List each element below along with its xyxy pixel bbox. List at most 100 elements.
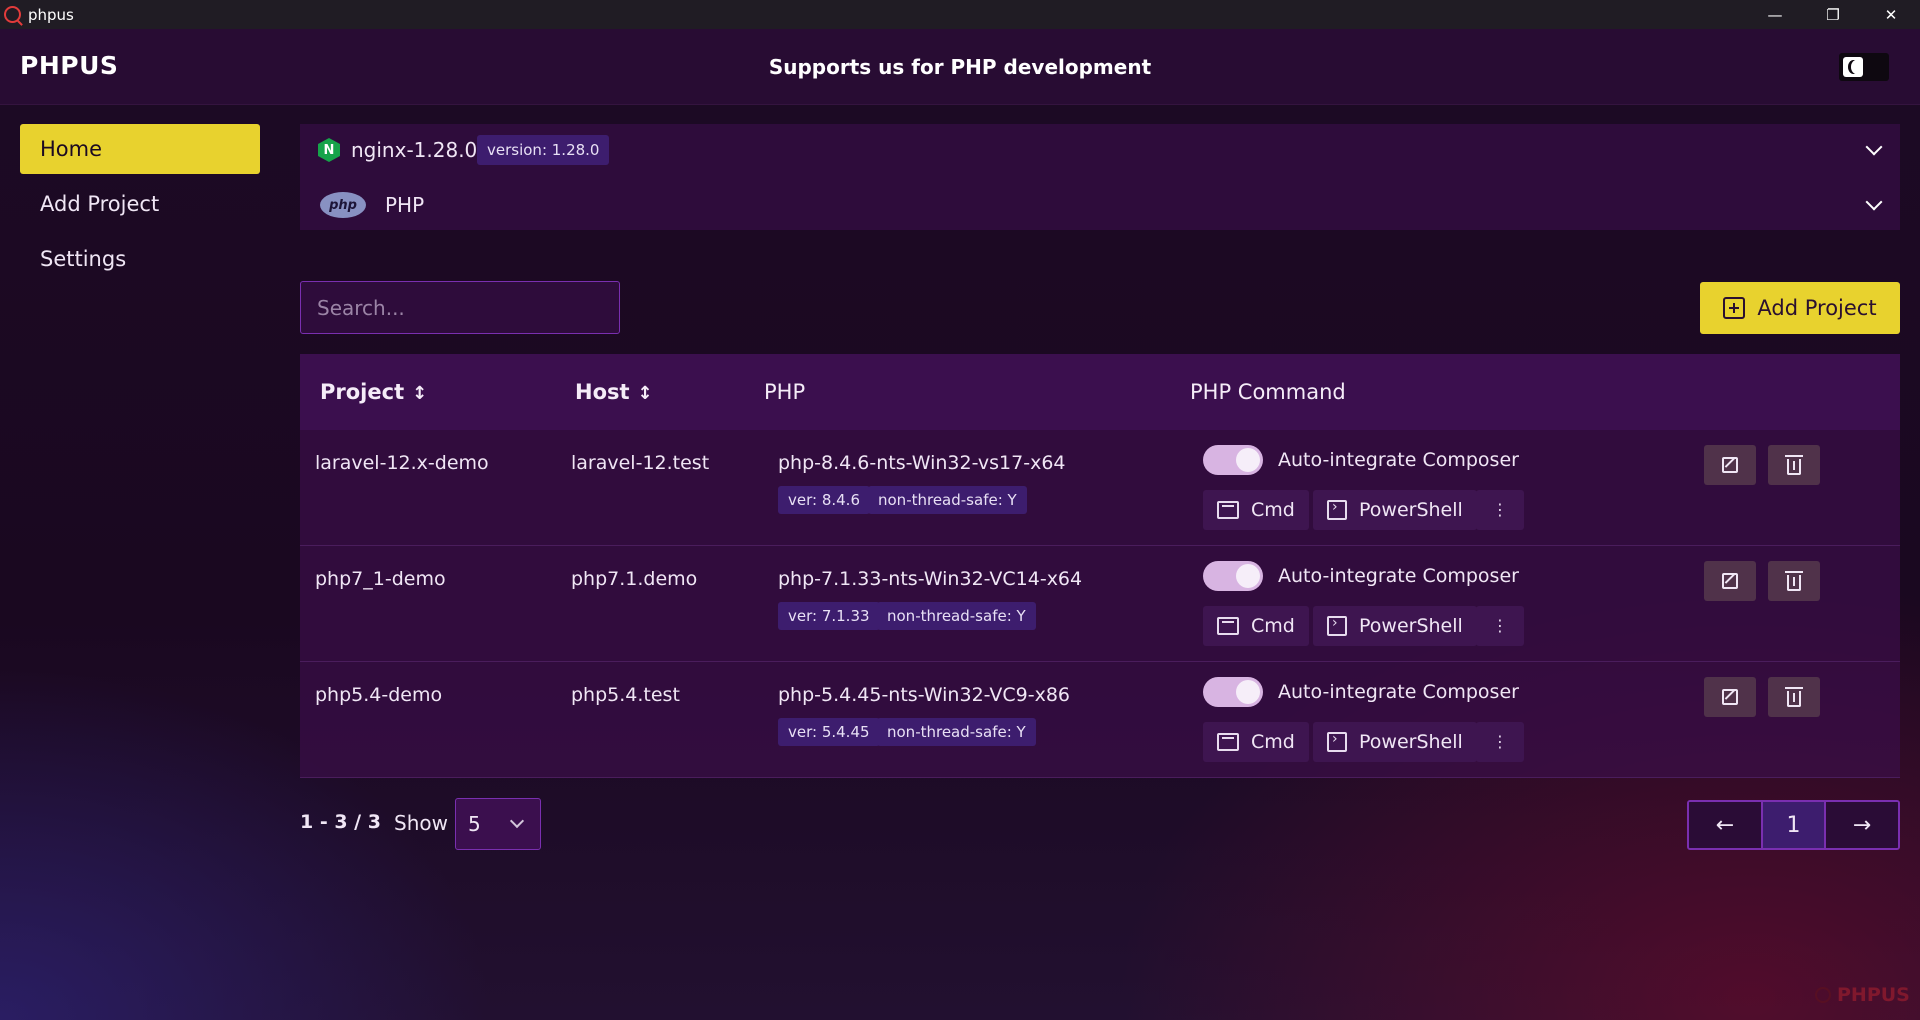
next-page-button[interactable]: →	[1826, 802, 1898, 848]
edit-icon	[1722, 457, 1738, 473]
project-host: laravel-12.test	[571, 452, 710, 474]
more-options-button[interactable]: ⋮	[1476, 722, 1524, 762]
edit-button[interactable]	[1704, 445, 1756, 485]
cmd-label: Cmd	[1251, 731, 1295, 753]
composer-toggle[interactable]	[1203, 561, 1263, 591]
watermark-text: PHPUS	[1837, 984, 1910, 1006]
column-host-label: Host	[575, 380, 630, 404]
delete-button[interactable]	[1768, 677, 1820, 717]
table-row: php7_1-demo php7.1.demo php-7.1.33-nts-W…	[300, 546, 1900, 662]
edit-button[interactable]	[1704, 561, 1756, 601]
powershell-button[interactable]: PowerShell	[1313, 490, 1477, 530]
cmd-button[interactable]: Cmd	[1203, 490, 1309, 530]
composer-label: Auto-integrate Composer	[1278, 449, 1519, 471]
edit-icon	[1722, 689, 1738, 705]
service-row-nginx[interactable]: N nginx-1.28.0 version: 1.28.0	[300, 125, 1900, 175]
powershell-icon	[1327, 731, 1347, 752]
pagination-range: 1 - 3 / 3	[300, 811, 381, 833]
theme-toggle[interactable]	[1839, 53, 1889, 81]
current-page-button[interactable]: 1	[1761, 802, 1826, 848]
table-row: php5.4-demo php5.4.test php-5.4.45-nts-W…	[300, 662, 1900, 778]
powershell-label: PowerShell	[1359, 731, 1463, 753]
php-version-tag: ver: 8.4.6	[778, 486, 870, 514]
terminal-icon	[1217, 733, 1239, 751]
thread-safe-tag: non-thread-safe: Y	[868, 486, 1027, 514]
add-project-label: Add Project	[1757, 296, 1877, 320]
service-name: nginx-1.28.0	[351, 138, 478, 162]
chevron-down-icon[interactable]	[1865, 138, 1883, 156]
toggle-knob	[1236, 448, 1260, 472]
page-size-value: 5	[468, 812, 481, 836]
version-badge: version: 1.28.0	[477, 135, 610, 165]
page-size-label: Show	[394, 811, 448, 835]
moon-icon	[1843, 57, 1863, 77]
nginx-icon: N	[318, 138, 340, 162]
trash-icon	[1785, 570, 1803, 591]
more-options-button[interactable]: ⋮	[1476, 606, 1524, 646]
cmd-label: Cmd	[1251, 615, 1295, 637]
column-php: PHP	[764, 380, 806, 404]
toggle-knob	[1236, 564, 1260, 588]
minimize-button[interactable]: —	[1746, 0, 1804, 29]
add-icon	[1723, 297, 1746, 319]
sidebar-item-home[interactable]: Home	[20, 124, 260, 174]
column-host[interactable]: Host ↕	[575, 354, 653, 430]
powershell-button[interactable]: PowerShell	[1313, 606, 1477, 646]
window-controls: — ❐ ✕	[1746, 0, 1920, 29]
chevron-down-icon	[509, 813, 525, 829]
prev-page-button[interactable]: ←	[1689, 802, 1761, 848]
cmd-button[interactable]: Cmd	[1203, 606, 1309, 646]
page-size-select[interactable]: 5	[455, 798, 541, 850]
php-version-tag: ver: 5.4.45	[778, 718, 880, 746]
sort-icon: ↕	[637, 383, 653, 404]
watermark-logo-icon	[1815, 987, 1831, 1003]
project-host: php7.1.demo	[571, 568, 698, 590]
column-project-label: Project	[320, 380, 405, 404]
header-tagline: Supports us for PHP development	[768, 55, 1152, 79]
delete-button[interactable]	[1768, 445, 1820, 485]
cmd-button[interactable]: Cmd	[1203, 722, 1309, 762]
chevron-down-icon[interactable]	[1865, 193, 1883, 211]
thread-safe-tag: non-thread-safe: Y	[877, 718, 1036, 746]
table-row: laravel-12.x-demo laravel-12.test php-8.…	[300, 430, 1900, 546]
composer-toggle[interactable]	[1203, 445, 1263, 475]
trash-icon	[1785, 454, 1803, 475]
thread-safe-tag: non-thread-safe: Y	[877, 602, 1036, 630]
trash-icon	[1785, 686, 1803, 707]
service-name: PHP	[385, 193, 425, 217]
window-titlebar: phpus — ❐ ✕	[0, 0, 1920, 29]
php-version-tag: ver: 7.1.33	[778, 602, 880, 630]
service-row-php[interactable]: php PHP	[300, 180, 1900, 230]
sidebar-item-settings[interactable]: Settings	[20, 234, 260, 284]
more-options-button[interactable]: ⋮	[1476, 490, 1524, 530]
table-header: Project ↕ Host ↕ PHP PHP Command	[300, 354, 1900, 430]
powershell-icon	[1327, 615, 1347, 636]
composer-label: Auto-integrate Composer	[1278, 565, 1519, 587]
delete-button[interactable]	[1768, 561, 1820, 601]
php-build: php-8.4.6-nts-Win32-vs17-x64	[778, 452, 1066, 474]
sidebar-item-add-project[interactable]: Add Project	[20, 179, 260, 229]
php-build: php-5.4.45-nts-Win32-VC9-x86	[778, 684, 1071, 706]
php-build: php-7.1.33-nts-Win32-VC14-x64	[778, 568, 1083, 590]
search-input[interactable]	[300, 281, 620, 334]
toggle-knob	[1236, 680, 1260, 704]
restore-button[interactable]: ❐	[1804, 0, 1862, 29]
column-php-command: PHP Command	[1190, 380, 1346, 404]
close-button[interactable]: ✕	[1862, 0, 1920, 29]
edit-button[interactable]	[1704, 677, 1756, 717]
composer-label: Auto-integrate Composer	[1278, 681, 1519, 703]
edit-icon	[1722, 573, 1738, 589]
sort-icon: ↕	[412, 383, 428, 404]
powershell-label: PowerShell	[1359, 499, 1463, 521]
project-name: laravel-12.x-demo	[315, 452, 489, 474]
powershell-label: PowerShell	[1359, 615, 1463, 637]
projects-table: Project ↕ Host ↕ PHP PHP Command laravel-1…	[300, 354, 1900, 778]
window-title: phpus	[28, 5, 74, 24]
project-host: php5.4.test	[571, 684, 680, 706]
php-logo-icon: php	[320, 192, 366, 218]
column-project[interactable]: Project ↕	[320, 354, 427, 430]
cmd-label: Cmd	[1251, 499, 1295, 521]
powershell-button[interactable]: PowerShell	[1313, 722, 1477, 762]
add-project-button[interactable]: Add Project	[1700, 282, 1900, 334]
composer-toggle[interactable]	[1203, 677, 1263, 707]
